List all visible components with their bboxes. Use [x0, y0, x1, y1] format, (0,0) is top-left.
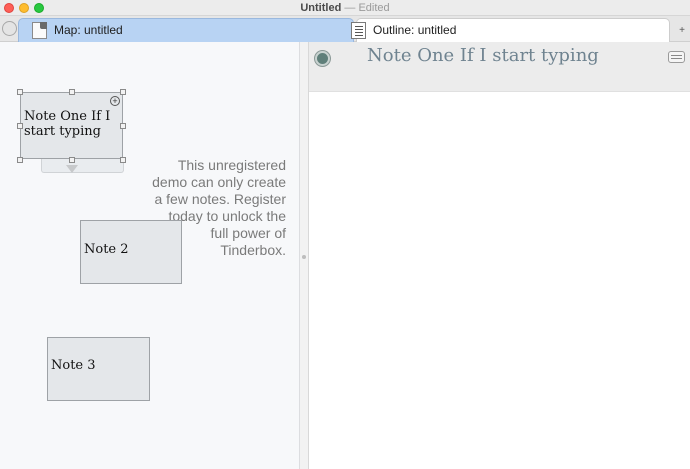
note-shadow	[41, 159, 124, 173]
resize-handle[interactable]	[69, 157, 75, 163]
resize-handle[interactable]	[120, 157, 126, 163]
document-title: Untitled	[300, 2, 342, 14]
map-document-icon	[32, 22, 47, 39]
note-three-title: Note 3	[51, 358, 96, 373]
document-state: Edited	[358, 2, 390, 14]
outline-row-selected[interactable]: Note One If I start typing	[309, 42, 690, 92]
note-one[interactable]: Note One If I start typing +	[17, 89, 126, 173]
resize-handle[interactable]	[17, 123, 23, 129]
add-tab-button[interactable]: +	[679, 25, 685, 36]
note-two-title: Note 2	[84, 242, 129, 257]
resize-handle[interactable]	[69, 89, 75, 95]
pane-splitter[interactable]	[300, 42, 309, 469]
map-view[interactable]: Note One If I start typing + This unregi…	[0, 42, 300, 469]
window-title: Untitled — Edited	[0, 1, 690, 15]
resize-handle[interactable]	[120, 123, 126, 129]
outline-document-icon	[351, 22, 366, 39]
expand-note-icon[interactable]: +	[110, 96, 120, 106]
splitter-grip	[302, 255, 306, 259]
title-bar: Untitled — Edited	[0, 0, 690, 16]
tab-outline-label: Outline: untitled	[373, 23, 457, 37]
outline-bullet-icon[interactable]	[315, 51, 330, 66]
drag-arrow-icon[interactable]	[66, 165, 78, 173]
note-two[interactable]: Note 2	[80, 220, 182, 284]
app-window: Untitled — Edited Map: untitled Outline:…	[0, 0, 690, 469]
title-separator: —	[344, 2, 356, 14]
outline-view[interactable]: Note One If I start typing	[309, 42, 690, 469]
outline-item-title: Note One If I start typing	[367, 45, 599, 66]
tab-map[interactable]: Map: untitled	[18, 18, 354, 42]
tab-outline[interactable]: Outline: untitled	[351, 18, 670, 42]
note-three[interactable]: Note 3	[47, 337, 150, 401]
resize-handle[interactable]	[120, 89, 126, 95]
tab-overview-button[interactable]	[2, 21, 17, 36]
resize-handle[interactable]	[17, 89, 23, 95]
tab-bar: Map: untitled Outline: untitled +	[0, 16, 690, 42]
tab-map-label: Map: untitled	[54, 23, 123, 37]
table-view-icon[interactable]	[668, 51, 685, 63]
resize-handle[interactable]	[17, 157, 23, 163]
note-one-title: Note One If I start typing	[24, 109, 111, 139]
